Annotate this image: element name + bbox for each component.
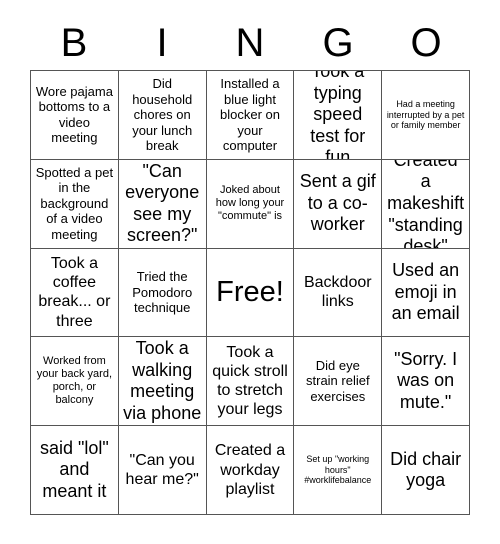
bingo-cell-label: Created a workday playlist xyxy=(214,442,286,498)
bingo-cell-r5-c5[interactable]: Did chair yoga xyxy=(382,426,470,515)
bingo-cell-label: "Can you hear me?" xyxy=(125,451,199,489)
bingo-free-space[interactable]: Free! xyxy=(206,248,295,338)
bingo-cell-r5-c3[interactable]: Created a workday playlist xyxy=(206,426,295,515)
bingo-cell-label: said "lol" and meant it xyxy=(39,437,109,501)
bingo-cell-label: "Sorry. I was on mute." xyxy=(394,348,458,413)
bingo-cell-label: Took a coffee break... or three xyxy=(38,255,111,330)
bingo-cell-r3-c1[interactable]: Took a coffee break... or three xyxy=(31,248,119,338)
bingo-cell-r2-c2[interactable]: "Can everyone see my screen?" xyxy=(118,159,207,249)
bingo-cell-label: Used an emoji in an email xyxy=(391,260,460,324)
bingo-cell-r3-c5[interactable]: Used an emoji in an email xyxy=(382,248,470,338)
bingo-cell-label: Free! xyxy=(216,275,284,308)
bingo-cell-label: Wore pajama bottoms to a video meeting xyxy=(35,83,113,146)
bingo-cell-r1-c4[interactable]: Took a typing speed test for fun xyxy=(294,71,383,160)
bingo-cell-r3-c4[interactable]: Backdoor links xyxy=(294,248,383,338)
bingo-cell-label: Backdoor links xyxy=(303,274,372,311)
bingo-cell-r1-c3[interactable]: Installed a blue light blocker on your c… xyxy=(206,71,295,160)
bingo-header-letter-b: B xyxy=(60,21,88,65)
bingo-cell-label: Had a meeting interrupted by a pet or fa… xyxy=(386,98,465,131)
bingo-cell-r4-c5[interactable]: "Sorry. I was on mute." xyxy=(382,337,470,427)
bingo-cell-r5-c2[interactable]: "Can you hear me?" xyxy=(118,426,207,515)
bingo-cell-r3-c2[interactable]: Tried the Pomodoro technique xyxy=(118,248,207,338)
bingo-cell-label: Joked about how long your "commute" is xyxy=(215,183,285,223)
bingo-cell-label: Tried the Pomodoro technique xyxy=(132,269,193,316)
bingo-header-row: BINGO xyxy=(30,16,470,70)
bingo-cell-label: Took a typing speed test for fun xyxy=(310,71,366,160)
bingo-cell-r4-c1[interactable]: Worked from your back yard, porch, or ba… xyxy=(31,337,119,427)
bingo-cell-r1-c5[interactable]: Had a meeting interrupted by a pet or fa… xyxy=(382,71,470,160)
bingo-cell-label: Sent a gif to a co-worker xyxy=(299,171,376,235)
bingo-cell-r5-c1[interactable]: said "lol" and meant it xyxy=(31,426,119,515)
bingo-cell-r4-c2[interactable]: Took a walking meeting via phone xyxy=(118,337,207,427)
bingo-cell-label: Did chair yoga xyxy=(390,448,462,491)
bingo-cell-label: Did eye strain relief exercises xyxy=(306,357,370,405)
bingo-header-letter-o: O xyxy=(410,21,442,65)
bingo-cell-r1-c2[interactable]: Did household chores on your lunch break xyxy=(118,71,207,160)
bingo-cell-label: Worked from your back yard, porch, or ba… xyxy=(36,354,112,407)
bingo-cell-r4-c4[interactable]: Did eye strain relief exercises xyxy=(294,337,383,427)
bingo-cell-r2-c4[interactable]: Sent a gif to a co-worker xyxy=(294,159,383,249)
bingo-cell-label: Created a makeshift "standing desk" xyxy=(387,160,465,249)
bingo-cell-r4-c3[interactable]: Took a quick stroll to stretch your legs xyxy=(206,337,295,427)
bingo-cell-label: Spotted a pet in the background of a vid… xyxy=(35,164,114,243)
bingo-header-letter-g: G xyxy=(322,21,354,65)
bingo-cell-label: Took a quick stroll to stretch your legs xyxy=(212,343,288,419)
bingo-cell-label: Installed a blue light blocker on your c… xyxy=(220,75,280,154)
bingo-header-letter-i: I xyxy=(156,21,168,65)
bingo-card: B I N G O Wore pajama bottoms to a video mee… xyxy=(0,0,500,544)
bingo-header-letter-n: N xyxy=(235,21,265,65)
bingo-cell-r5-c4[interactable]: Set up "working hours" #worklifebalance xyxy=(294,426,383,515)
bingo-cell-r2-c3[interactable]: Joked about how long your "commute" is xyxy=(206,159,295,249)
bingo-cell-r1-c1[interactable]: Wore pajama bottoms to a video meeting xyxy=(31,71,119,160)
bingo-cell-r2-c5[interactable]: Created a makeshift "standing desk" xyxy=(382,159,470,249)
bingo-cell-label: "Can everyone see my screen?" xyxy=(125,160,200,246)
bingo-cell-label: Did household chores on your lunch break xyxy=(132,75,193,154)
bingo-cell-r2-c1[interactable]: Spotted a pet in the background of a vid… xyxy=(31,159,119,249)
bingo-cell-label: Took a walking meeting via phone xyxy=(123,338,202,423)
bingo-grid: Wore pajama bottoms to a video meeting Di… xyxy=(30,70,470,515)
bingo-cell-label: Set up "working hours" #worklifebalance xyxy=(304,453,372,486)
